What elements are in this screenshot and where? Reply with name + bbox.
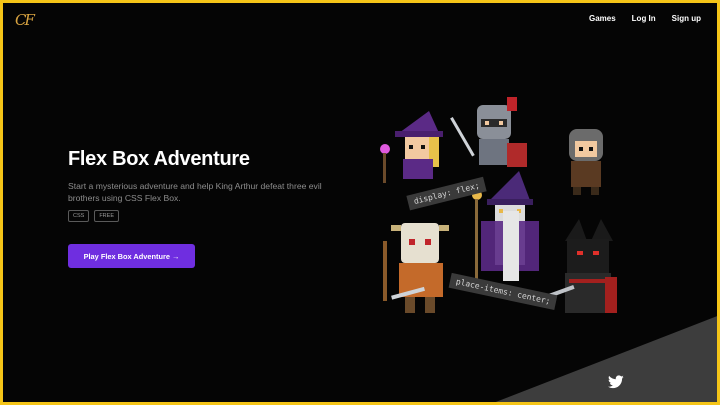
- twitter-icon[interactable]: [608, 375, 624, 389]
- nav-games-link[interactable]: Games: [589, 14, 616, 23]
- horned-warrior-character: [383, 223, 449, 313]
- play-button[interactable]: Play Flex Box Adventure →: [68, 244, 195, 268]
- nav-signup-link[interactable]: Sign up: [672, 14, 701, 23]
- nav-login-link[interactable]: Log In: [632, 14, 656, 23]
- hooded-character: [569, 129, 603, 195]
- hero-title: Flex Box Adventure: [68, 148, 250, 170]
- top-nav: Games Log In Sign up: [589, 14, 701, 23]
- tag-free: FREE: [94, 210, 119, 222]
- site-logo[interactable]: CF: [15, 11, 39, 31]
- tag-css: CSS: [68, 210, 90, 222]
- knight-character: [450, 97, 527, 167]
- corner-decoration: [495, 316, 717, 402]
- hero-description: Start a mysterious adventure and help Ki…: [68, 181, 322, 203]
- witch-character: [380, 111, 443, 183]
- page-frame: CF Games Log In Sign up Flex Box Adventu…: [3, 3, 717, 402]
- tag-list: CSS FREE: [68, 210, 119, 222]
